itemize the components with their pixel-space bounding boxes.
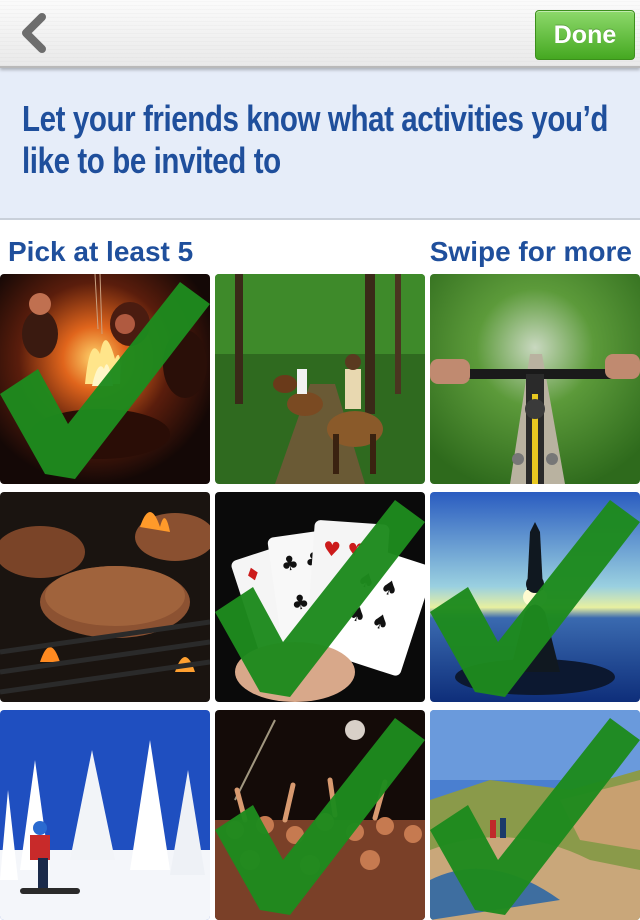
top-nav-bar: Done xyxy=(0,0,640,68)
activity-tile-yoga[interactable] xyxy=(430,492,640,702)
activity-tile-mountain-biking[interactable] xyxy=(430,274,640,484)
activity-tile-horseback-riding[interactable] xyxy=(215,274,425,484)
snowboarding-photo xyxy=(0,710,210,920)
beach-hiking-photo xyxy=(430,710,640,920)
pick-minimum-caption: Pick at least 5 xyxy=(8,236,194,267)
swipe-hint-caption: Swipe for more xyxy=(429,236,632,267)
grilling-photo xyxy=(0,492,210,702)
activity-tile-concert[interactable] xyxy=(215,710,425,920)
instruction-banner: Let your friends know what activities yo… xyxy=(0,68,640,220)
playing-cards-photo: ♦♦ ♣ ♣♣ ♥ ♥ ♠ ♠♠ ♠ xyxy=(215,492,425,702)
mountain-biking-photo xyxy=(430,274,640,484)
activity-grid: ♦♦ ♣ ♣♣ ♥ ♥ ♠ ♠♠ ♠ xyxy=(0,274,640,920)
activity-tile-campfire[interactable] xyxy=(0,274,210,484)
concert-photo xyxy=(215,710,425,920)
svg-text:♣: ♣ xyxy=(290,589,311,615)
activity-tile-grilling[interactable] xyxy=(0,492,210,702)
activity-tile-snowboarding[interactable] xyxy=(0,710,210,920)
campfire-photo xyxy=(0,274,210,484)
horseback-riding-photo xyxy=(215,274,425,484)
instruction-text: Let your friends know what activities yo… xyxy=(22,98,609,181)
done-button[interactable]: Done xyxy=(535,10,635,60)
back-button[interactable] xyxy=(12,10,56,56)
yoga-photo xyxy=(430,492,640,702)
chevron-left-icon xyxy=(22,13,46,53)
activity-tile-beach-hiking[interactable] xyxy=(430,710,640,920)
done-button-label: Done xyxy=(553,20,617,49)
activity-tile-playing-cards[interactable]: ♦♦ ♣ ♣♣ ♥ ♥ ♠ ♠♠ ♠ xyxy=(215,492,425,702)
